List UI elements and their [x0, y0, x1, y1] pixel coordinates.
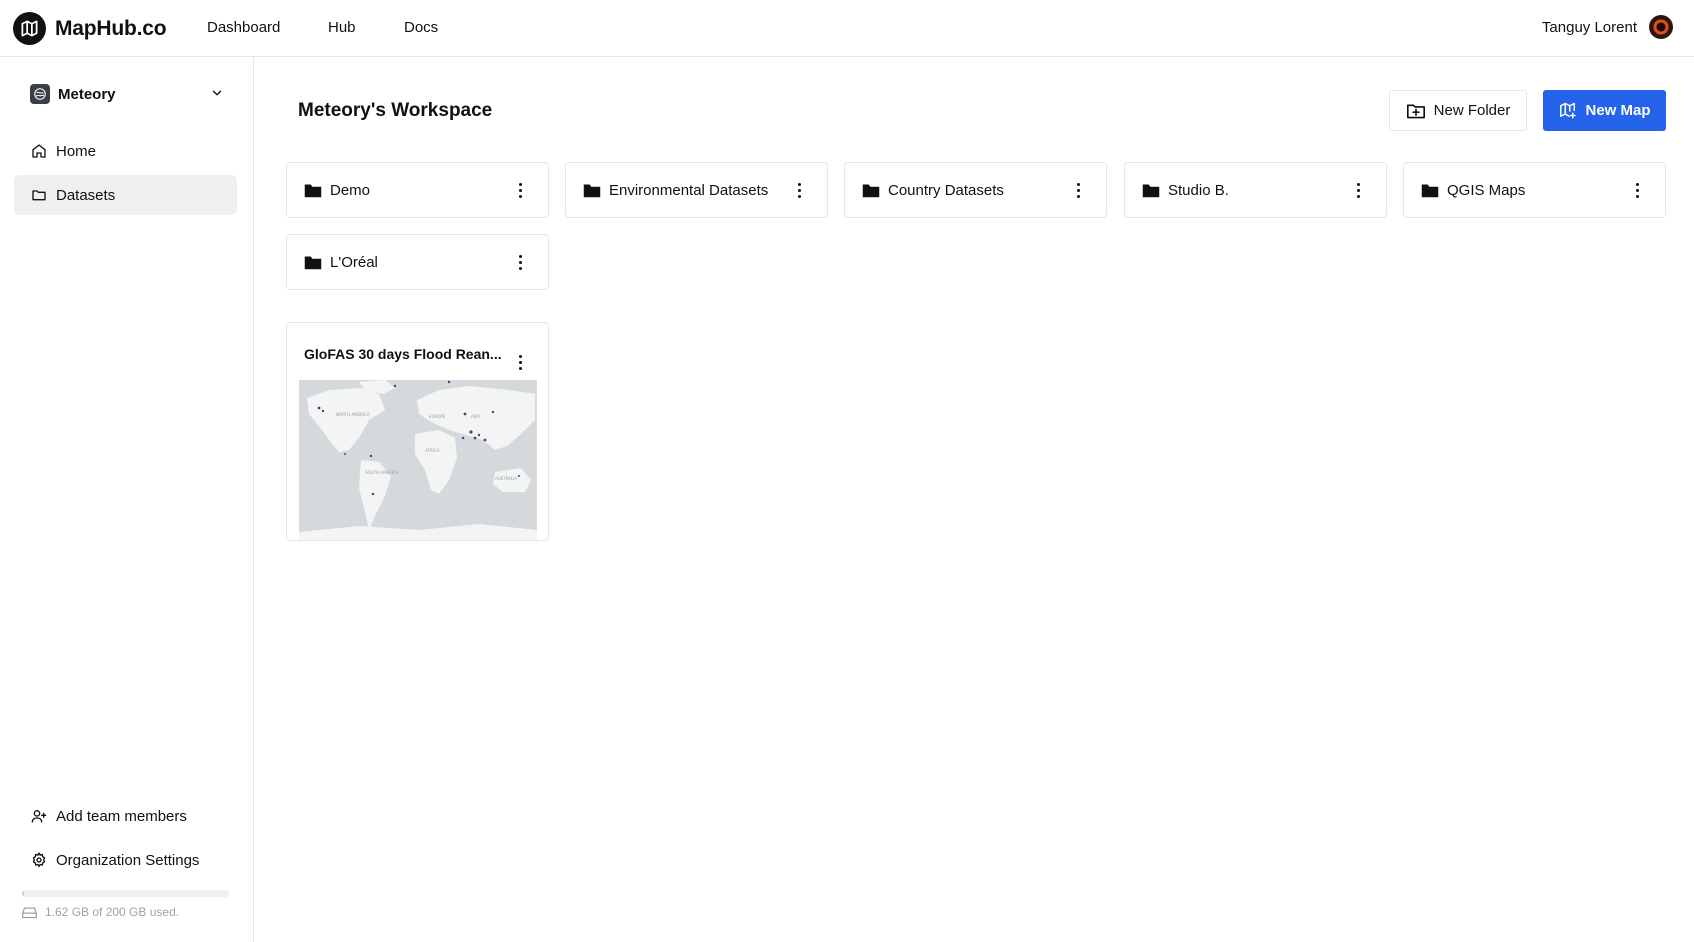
folder-name: QGIS Maps: [1447, 181, 1526, 199]
folder-card[interactable]: Demo: [286, 162, 549, 218]
storage-usage: 1.62 GB of 200 GB used.: [22, 905, 179, 919]
map-card[interactable]: GloFAS 30 days Flood Rean... NORTH AMERI…: [286, 322, 549, 541]
new-map-label: New Map: [1585, 102, 1651, 119]
more-options-icon[interactable]: [1350, 180, 1366, 200]
organization-selector[interactable]: Meteory: [30, 83, 224, 105]
map-label-europe: EUROPE: [429, 414, 446, 419]
chevron-down-icon: [210, 86, 224, 104]
folder-card[interactable]: L'Oréal: [286, 234, 549, 290]
folder-card[interactable]: Country Datasets: [844, 162, 1107, 218]
app-name: MapHub.co: [55, 16, 167, 40]
nav-hub[interactable]: Hub: [328, 19, 356, 36]
more-options-icon[interactable]: [512, 352, 528, 372]
nav-dashboard[interactable]: Dashboard: [207, 19, 280, 36]
new-map-button[interactable]: New Map: [1543, 90, 1666, 131]
folder-icon: [304, 254, 322, 270]
folder-icon: [304, 182, 322, 198]
more-options-icon[interactable]: [1070, 180, 1086, 200]
folder-name: Country Datasets: [888, 181, 1004, 199]
sidebar-item-organization-settings[interactable]: Organization Settings: [14, 840, 237, 880]
folder-icon: [862, 182, 880, 198]
sidebar-item-datasets[interactable]: Datasets: [14, 175, 237, 215]
user-name: Tanguy Lorent: [1541, 18, 1637, 36]
folder-plus-icon: [1406, 103, 1425, 118]
folder-name: Environmental Datasets: [609, 181, 769, 199]
folder-card[interactable]: QGIS Maps: [1403, 162, 1666, 218]
hard-drive-icon: [22, 907, 37, 918]
sidebar: Meteory Home Datasets Add team members O…: [0, 57, 254, 942]
sidebar-item-home[interactable]: Home: [14, 131, 237, 171]
folder-name: Studio B.: [1168, 181, 1229, 199]
map-label-australia: AUSTRALIA: [495, 476, 517, 481]
folder-outline-icon: [30, 186, 48, 204]
map-label-africa: AFRICA: [425, 448, 440, 453]
world-map-thumbnail: NORTH AMERICA EUROPE ASIA AFRICA SOUTH A…: [299, 380, 537, 540]
folder-name: Demo: [330, 181, 371, 199]
sidebar-item-add-team-members[interactable]: Add team members: [14, 796, 237, 836]
folder-name: L'Oréal: [330, 253, 378, 271]
map-title: GloFAS 30 days Flood Rean...: [304, 346, 502, 362]
app-logo[interactable]: MapHub.co: [13, 12, 167, 45]
more-options-icon[interactable]: [512, 252, 528, 272]
map-label-asia: ASIA: [471, 414, 480, 419]
map-logo-icon: [13, 12, 46, 45]
avatar: [1649, 15, 1673, 39]
page-title: Meteory's Workspace: [298, 100, 493, 121]
sidebar-item-label: Datasets: [56, 186, 116, 204]
more-options-icon[interactable]: [512, 180, 528, 200]
storage-usage-bar: [22, 890, 229, 897]
gear-icon: [30, 851, 48, 869]
storage-usage-fill: [22, 890, 24, 897]
map-label-north-america: NORTH AMERICA: [336, 412, 370, 417]
sidebar-item-label: Add team members: [56, 807, 187, 825]
sidebar-item-label: Organization Settings: [56, 851, 200, 869]
more-options-icon[interactable]: [791, 180, 807, 200]
home-icon: [30, 142, 48, 160]
storage-usage-text: 1.62 GB of 200 GB used.: [45, 905, 180, 919]
nav-docs[interactable]: Docs: [404, 19, 438, 36]
map-label-south-america: SOUTH AMERICA: [365, 470, 399, 475]
more-options-icon[interactable]: [1629, 180, 1645, 200]
folder-card[interactable]: Studio B.: [1124, 162, 1387, 218]
user-plus-icon: [30, 807, 48, 825]
new-folder-button[interactable]: New Folder: [1389, 90, 1527, 131]
folder-card[interactable]: Environmental Datasets: [565, 162, 828, 218]
folder-icon: [583, 182, 601, 198]
map-plus-icon: [1560, 102, 1577, 118]
organization-name: Meteory: [58, 85, 116, 103]
folder-icon: [1142, 182, 1160, 198]
organization-logo-icon: [30, 84, 50, 104]
top-bar: MapHub.co Dashboard Hub Docs Tanguy Lore…: [0, 0, 1694, 57]
map-thumbnail: NORTH AMERICA EUROPE ASIA AFRICA SOUTH A…: [299, 380, 537, 540]
new-folder-label: New Folder: [1433, 102, 1511, 119]
user-menu[interactable]: Tanguy Lorent: [1542, 15, 1673, 39]
folder-icon: [1421, 182, 1439, 198]
sidebar-item-label: Home: [56, 142, 97, 160]
